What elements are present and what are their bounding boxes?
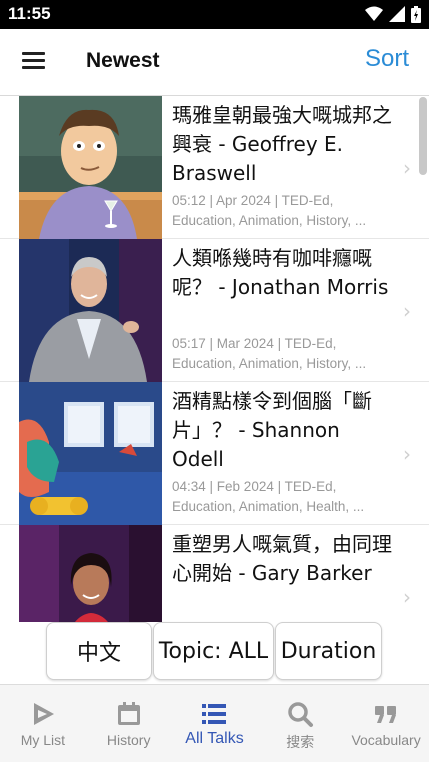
talk-meta: 05:17 | Mar 2024 | TED-Ed, Education, An… <box>172 334 394 374</box>
talk-title: 人類喺幾時有咖啡癮嘅呢？ - Jonathan Morris <box>172 246 389 299</box>
page-title: Newest <box>86 49 160 72</box>
talk-row[interactable]: 人類喺幾時有咖啡癮嘅呢？ - Jonathan Morris 05:17 | M… <box>0 239 429 382</box>
calendar-icon <box>117 702 140 725</box>
nav-label: All Talks <box>185 730 244 747</box>
talk-title: 酒精點樣令到個腦「斷片」？ - Shannon Odell <box>172 389 372 471</box>
nav-label: Vocabulary <box>351 732 421 748</box>
talk-row[interactable]: 酒精點樣令到個腦「斷片」？ - Shannon Odell 04:34 | Fe… <box>0 382 429 525</box>
battery-icon <box>411 5 421 23</box>
status-icons <box>365 5 421 23</box>
nav-label: My List <box>20 732 66 748</box>
talk-meta-line: Education, Animation, History, ... <box>172 213 367 228</box>
talk-list[interactable]: 瑪雅皇朝最強大嘅城邦之興衰 - Geoffrey E. Braswell 05:… <box>0 96 429 622</box>
scrollbar[interactable] <box>419 97 427 175</box>
bottom-nav: My List History All Talks 搜索 Vocabulary <box>0 684 429 762</box>
chevron-right-icon: › <box>403 585 411 609</box>
language-filter-button[interactable]: 中文 <box>46 622 152 680</box>
sort-button[interactable]: Sort <box>365 45 409 73</box>
nav-label: History <box>106 732 151 748</box>
signal-icon <box>389 6 405 22</box>
nav-item-history[interactable]: History <box>86 685 172 762</box>
talk-meta: 05:12 | Apr 2024 | TED-Ed, Education, An… <box>172 191 394 231</box>
talk-thumbnail <box>19 96 162 239</box>
filter-bar: 中文 Topic: ALL Duration <box>46 622 382 680</box>
nav-item-all-talks[interactable]: All Talks <box>172 685 258 762</box>
quote-icon <box>375 706 397 723</box>
talk-meta-line: Education, Animation, History, ... <box>172 356 367 371</box>
talk-title: 重塑男人嘅氣質，由同理心開始 - Gary Barker <box>172 532 392 585</box>
nav-item-search[interactable]: 搜索 <box>257 685 343 762</box>
talk-row[interactable]: 重塑男人嘅氣質，由同理心開始 - Gary Barker › <box>0 525 429 622</box>
chevron-right-icon: › <box>403 299 411 323</box>
talk-meta-line: 05:17 | Mar 2024 | TED-Ed, <box>172 336 337 351</box>
talk-title: 瑪雅皇朝最強大嘅城邦之興衰 - Geoffrey E. Braswell <box>172 103 392 185</box>
talk-meta-line: Education, Animation, Health, ... <box>172 499 365 514</box>
talk-row[interactable]: 瑪雅皇朝最強大嘅城邦之興衰 - Geoffrey E. Braswell 05:… <box>0 96 429 239</box>
status-time: 11:55 <box>8 4 51 23</box>
talk-thumbnail <box>19 382 162 525</box>
app-bar: Newest Sort <box>0 29 429 96</box>
talk-meta: 04:34 | Feb 2024 | TED-Ed, Education, An… <box>172 477 394 517</box>
talk-thumbnail <box>19 239 162 382</box>
search-icon <box>288 702 314 727</box>
nav-item-vocabulary[interactable]: Vocabulary <box>343 685 429 762</box>
chevron-right-icon: › <box>403 156 411 180</box>
hamburger-menu-icon[interactable] <box>18 49 48 75</box>
duration-filter-button[interactable]: Duration <box>275 622 382 680</box>
talk-thumbnail <box>19 525 162 622</box>
nav-item-my-list[interactable]: My List <box>0 685 86 762</box>
play-icon <box>33 703 54 725</box>
wifi-icon <box>365 6 383 21</box>
chevron-right-icon: › <box>403 442 411 466</box>
talk-meta-line: 05:12 | Apr 2024 | TED-Ed, <box>172 193 334 208</box>
nav-label: 搜索 <box>286 734 315 750</box>
topic-filter-button[interactable]: Topic: ALL <box>153 622 274 680</box>
status-bar: 11:55 <box>0 0 429 29</box>
talk-meta-line: 04:34 | Feb 2024 | TED-Ed, <box>172 479 337 494</box>
list-icon <box>202 704 227 724</box>
